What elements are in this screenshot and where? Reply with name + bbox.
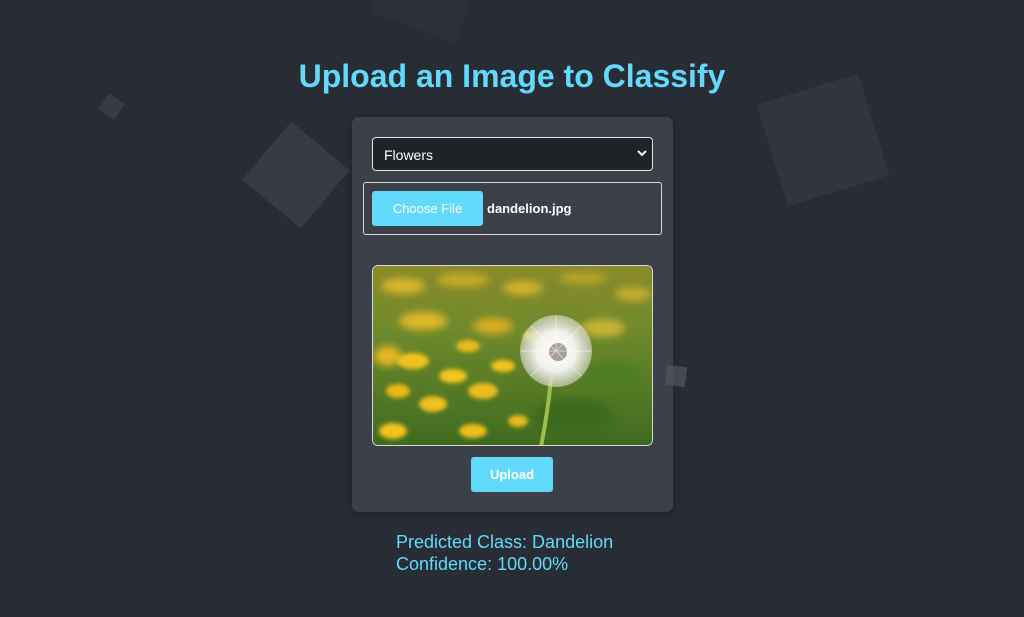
category-select[interactable]: Flowers (372, 137, 653, 171)
upload-card: Flowers Choose File dandelion.jpg Upload (352, 117, 673, 512)
confidence: Confidence: 100.00% (396, 554, 569, 574)
chevron-down-icon (637, 150, 647, 157)
page: Upload an Image to Classify Flowers Choo… (0, 0, 1024, 617)
category-select-value: Flowers (384, 147, 434, 163)
page-title: Upload an Image to Classify (298, 58, 726, 94)
selected-file-name: dandelion.jpg (487, 201, 572, 216)
background-square (370, 0, 480, 44)
image-preview (372, 265, 653, 446)
background-square (98, 93, 125, 120)
dandelion-image (373, 266, 652, 445)
background-square (242, 121, 350, 229)
prediction-result: Predicted Class: Dandelion Confidence: 1… (396, 531, 613, 575)
upload-button[interactable]: Upload (471, 457, 553, 492)
choose-file-button[interactable]: Choose File (372, 191, 483, 226)
background-square (664, 364, 688, 388)
predicted-class: Predicted Class: Dandelion (396, 532, 614, 552)
file-input[interactable]: Choose File dandelion.jpg (363, 182, 662, 235)
